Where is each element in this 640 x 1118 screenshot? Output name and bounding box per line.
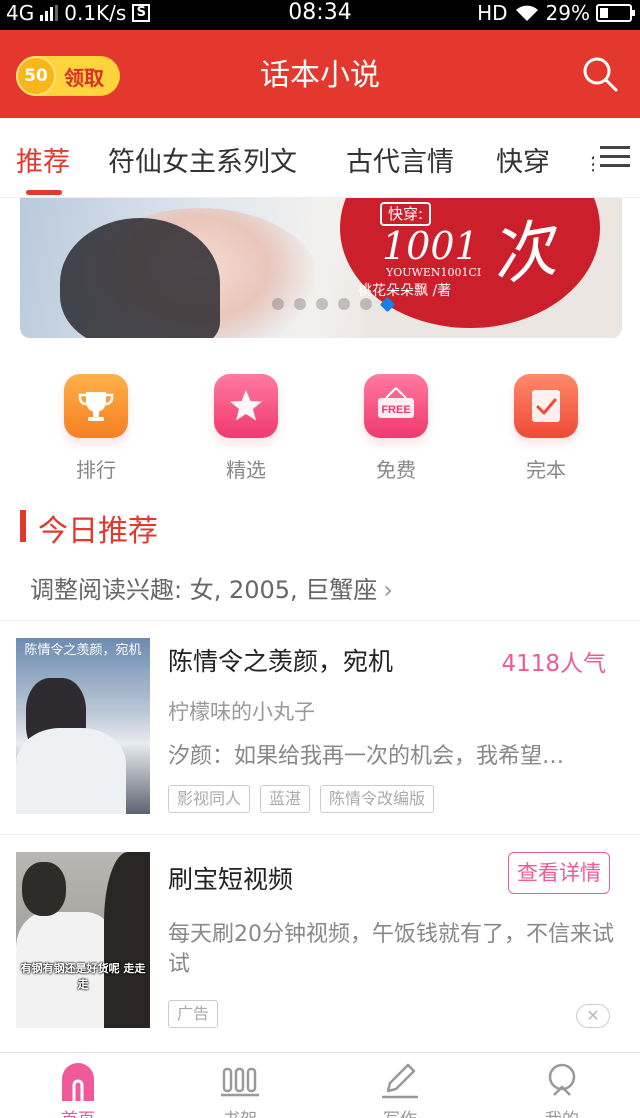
ad-tags: 广告	[168, 1000, 219, 1028]
nav-write-label: 写作	[350, 1105, 450, 1118]
free-sign-icon: FREE	[378, 387, 414, 418]
carousel-dot[interactable]	[294, 298, 306, 310]
carousel-dot[interactable]	[316, 298, 328, 310]
ad-cover[interactable]: 有钢有钢还是好货呢 走走走	[16, 852, 150, 1028]
pen-icon	[382, 1063, 418, 1099]
banner-tag: 快穿:	[380, 202, 432, 226]
carousel-dot[interactable]	[338, 298, 350, 310]
book-description: 汐颜：如果给我再一次的机会，我希望…	[168, 744, 565, 769]
battery-percent: 29%	[545, 1, 590, 25]
category-featured-label: 精选	[226, 458, 266, 482]
finished-book-icon	[532, 390, 560, 422]
category-ranking-label: 排行	[76, 458, 116, 482]
view-details-button[interactable]: 查看详情	[508, 852, 610, 894]
search-icon	[583, 57, 618, 92]
category-finished[interactable]: 完本	[514, 374, 578, 482]
reading-interest-text: 调整阅读兴趣: 女, 2005, 巨蟹座	[30, 576, 378, 604]
book-author: 柠檬味的小丸子	[168, 700, 315, 724]
category-finished-label: 完本	[526, 458, 566, 482]
carousel-dot[interactable]	[272, 298, 284, 310]
close-icon: ✕	[586, 1006, 600, 1025]
nav-home[interactable]: 首页	[28, 1061, 128, 1118]
nav-home-label: 首页	[28, 1105, 128, 1118]
active-tab-indicator	[26, 190, 62, 195]
nav-bookshelf-label: 书架	[190, 1105, 290, 1118]
bookshelf-icon	[221, 1067, 259, 1097]
ad-badge: 广告	[168, 1000, 219, 1028]
star-icon	[230, 390, 262, 421]
category-tabs: 推荐 符仙女主系列文 古代言情 快穿 纟	[0, 118, 640, 198]
divider	[0, 620, 640, 621]
search-button[interactable]	[580, 54, 620, 94]
promo-banner[interactable]: 快穿: 1001 次 YOUWEN1001CI 桃花朵朵飘 /著	[20, 198, 622, 338]
carousel-dots	[272, 296, 396, 312]
bottom-nav: 首页 书架 写作 我的	[0, 1052, 640, 1118]
tab-ancient-romance[interactable]: 古代言情	[346, 140, 454, 179]
battery-fill	[600, 8, 608, 18]
category-featured[interactable]: 精选	[214, 374, 278, 482]
section-accent	[20, 510, 26, 542]
battery-icon	[596, 4, 635, 22]
trophy-icon	[78, 392, 114, 421]
ad-cover-caption: 有钢有钢还是好货呢 走走走	[20, 962, 146, 991]
svg-text:FREE: FREE	[381, 404, 410, 416]
menu-icon	[594, 146, 634, 167]
carousel-dot[interactable]	[379, 296, 396, 312]
book-popularity: 4118人气	[501, 651, 606, 677]
nav-profile-label: 我的	[512, 1105, 612, 1118]
ad-title[interactable]: 刷宝短视频	[168, 860, 293, 896]
divider	[0, 834, 640, 835]
section-title: 今日推荐	[38, 514, 158, 549]
book-cover-caption: 陈情令之羡颜，宛机	[24, 643, 142, 658]
nav-write[interactable]: 写作	[350, 1061, 450, 1118]
close-ad-button[interactable]: ✕	[576, 1004, 610, 1028]
book-tag[interactable]: 蓝湛	[260, 785, 311, 813]
status-bar: 4G 0.1K/s S 08:34 HD 29%	[0, 0, 640, 30]
hd-indicator: HD	[477, 1, 508, 25]
tab-quick-travel[interactable]: 快穿	[496, 140, 550, 179]
banner-subtitle: YOUWEN1001CI	[386, 266, 482, 279]
wifi-icon	[515, 5, 538, 21]
tab-recommend[interactable]: 推荐	[16, 140, 70, 179]
banner-title: 1001	[382, 224, 479, 268]
book-tag[interactable]: 陈情令改编版	[320, 785, 435, 813]
tab-fuxian[interactable]: 符仙女主系列文	[108, 140, 297, 179]
book-tags: 影视同人 蓝湛 陈情令改编版	[168, 785, 435, 813]
app-header: 50 领取 话本小说	[0, 30, 640, 118]
chevron-right-icon: ›	[383, 576, 393, 604]
app-title: 话本小说	[260, 58, 380, 93]
book-title[interactable]: 陈情令之羡颜，宛机	[168, 642, 393, 678]
nav-bookshelf[interactable]: 书架	[190, 1061, 290, 1118]
profile-icon	[548, 1063, 576, 1096]
category-free[interactable]: FREE 免费	[364, 374, 428, 482]
book-tag[interactable]: 影视同人	[168, 785, 251, 813]
carousel-dot[interactable]	[360, 298, 372, 310]
category-ranking[interactable]: 排行	[64, 374, 128, 482]
category-free-label: 免费	[376, 458, 416, 482]
tabs-menu-button[interactable]	[594, 140, 634, 176]
ad-description: 每天刷20分钟视频，午饭钱就有了，不信来试试	[168, 922, 614, 977]
reading-interest-link[interactable]: 调整阅读兴趣: 女, 2005, 巨蟹座 ›	[30, 570, 393, 605]
home-icon	[62, 1063, 94, 1101]
book-cover[interactable]: 陈情令之羡颜，宛机	[16, 638, 150, 814]
banner-author: 桃花朵朵飘 /著	[358, 283, 452, 299]
nav-profile[interactable]: 我的	[512, 1061, 612, 1118]
